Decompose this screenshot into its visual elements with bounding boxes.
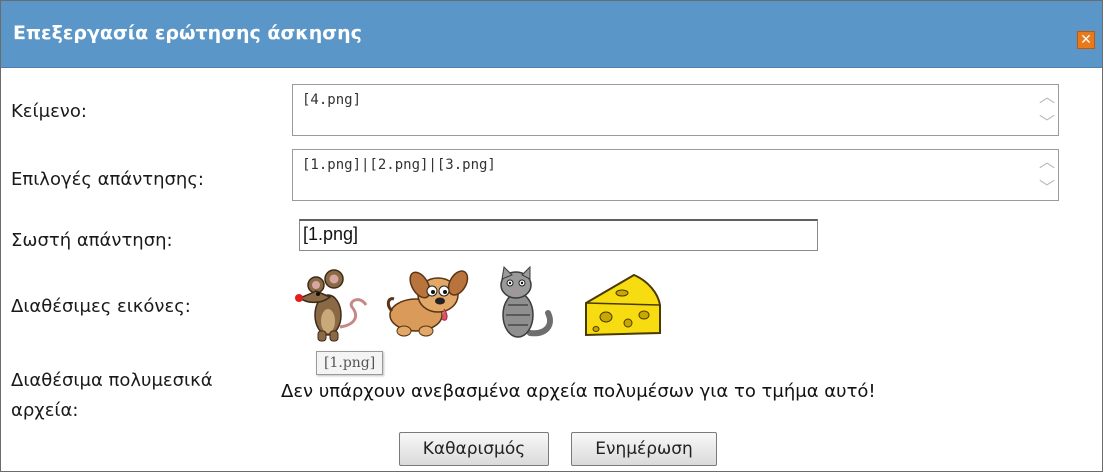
media-label-line1: Διαθέσιμα πολυμεσικά [11,370,213,391]
correct-answer-label: Σωστή απάντηση: [11,230,173,251]
choices-label: Επιλογές απάντησης: [11,169,204,190]
dialog-titlebar[interactable]: Επεξεργασία ερώτησης άσκησης ✕ [1,1,1102,68]
images-label: Διαθέσιμες εικόνες: [11,296,191,317]
media-message: Δεν υπάρχουν ανεβασμένα αρχεία πολυμέσων… [281,381,876,402]
text-textarea[interactable]: [4.png] ︿ ﹀ [292,84,1059,136]
choices-value: [1.png]|[2.png]|[3.png] [302,157,496,173]
close-icon[interactable]: ✕ [1077,31,1095,49]
dialog-title: Επεξεργασία ερώτησης άσκησης [13,22,362,44]
dog-image[interactable] [386,265,474,345]
cheese-image[interactable] [582,265,664,345]
scroll-up-icon[interactable]: ︿ [1038,87,1056,107]
correct-answer-value: [1.png] [303,224,359,244]
clear-button[interactable]: Καθαρισμός [399,432,549,466]
update-button[interactable]: Ενημέρωση [571,432,717,466]
mouse-image[interactable] [294,265,370,345]
media-label-line2: αρχεία: [11,400,79,421]
cat-image[interactable] [488,265,560,345]
scroll-down-icon[interactable]: ﹀ [1038,178,1056,198]
text-scrollbar[interactable]: ︿ ﹀ [1038,87,1056,133]
text-label: Κείμενο: [11,101,87,122]
image-tooltip: [1.png] [316,351,384,375]
scroll-down-icon[interactable]: ﹀ [1038,113,1056,133]
edit-question-dialog: Επεξεργασία ερώτησης άσκησης ✕ Κείμενο: … [0,0,1103,472]
correct-answer-input[interactable]: [1.png] [299,219,818,251]
scroll-up-icon[interactable]: ︿ [1038,152,1056,172]
choices-textarea[interactable]: [1.png]|[2.png]|[3.png] ︿ ﹀ [292,149,1059,201]
text-value: [4.png] [302,92,362,108]
choices-scrollbar[interactable]: ︿ ﹀ [1038,152,1056,198]
